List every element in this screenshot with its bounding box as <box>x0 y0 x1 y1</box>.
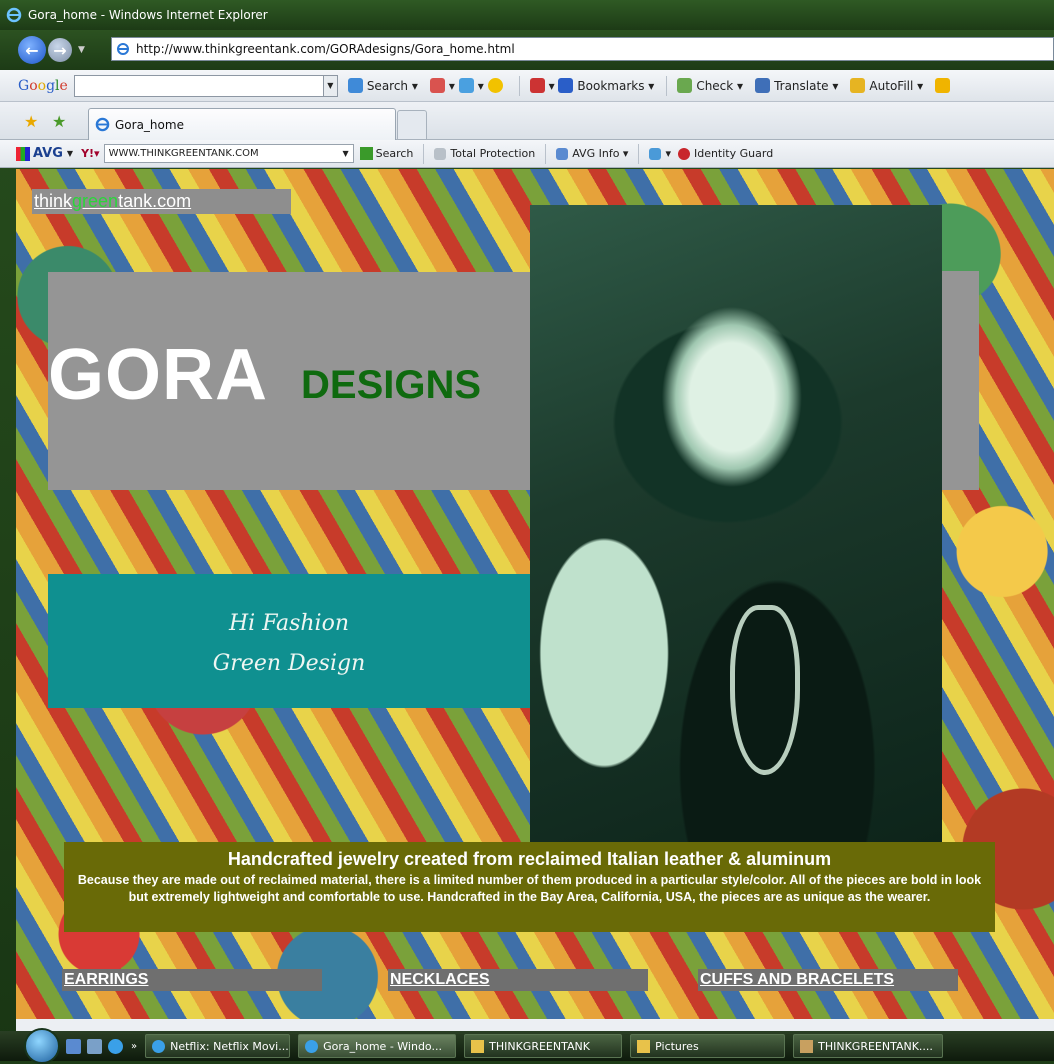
necklace-shape <box>730 605 800 775</box>
status-bar <box>16 1019 1054 1031</box>
translate-icon <box>755 78 771 93</box>
avg-search-button[interactable]: Search <box>376 147 414 160</box>
description-panel: Handcrafted jewelry created from reclaim… <box>64 842 995 932</box>
forward-button[interactable]: → <box>48 38 72 62</box>
avg-toolbar: AVG ▼ Y!▾ WWW.THINKGREENTANK.COM ▼ Search… <box>0 140 1054 168</box>
brand-subtitle: DESIGNS <box>301 363 482 407</box>
avg-logo[interactable]: AVG <box>16 146 63 161</box>
task-gora-home[interactable]: Gora_home - Windo... <box>298 1034 457 1058</box>
avg-info-button[interactable]: AVG Info ▾ <box>572 147 628 160</box>
search-icon <box>347 78 363 93</box>
description-body: Because they are made out of reclaimed m… <box>77 873 982 904</box>
back-button[interactable]: ← <box>18 36 46 64</box>
toolbar-extras[interactable]: ▾ ▾ <box>429 78 507 93</box>
tab-gora-home[interactable]: Gora_home <box>88 108 396 140</box>
google-toolbar: Google ▼ Search ▾ ▾ ▾ ▾ Bookmarks ▾ Chec… <box>0 70 1054 102</box>
yahoo-search-dropdown-icon[interactable]: Y!▾ <box>81 147 100 160</box>
folder-icon <box>637 1039 651 1053</box>
avg-search-go-icon[interactable] <box>359 147 373 160</box>
ie-icon <box>6 7 22 23</box>
new-tab-button[interactable] <box>397 110 427 139</box>
navigation-bar: ← → ▼ http://www.thinkgreentank.com/GORA… <box>0 30 1054 70</box>
task-pictures-folder[interactable]: Pictures <box>630 1034 786 1058</box>
quicklaunch-overflow-icon[interactable]: » <box>131 1041 137 1052</box>
tab-label: Gora_home <box>115 117 184 132</box>
nav-earrings[interactable]: EARRINGS <box>62 969 322 991</box>
switch-windows-icon[interactable] <box>87 1038 102 1054</box>
avg-search-input[interactable]: WWW.THINKGREENTANK.COM ▼ <box>103 144 354 163</box>
window-title-bar: Gora_home - Windows Internet Explorer <box>0 0 1054 30</box>
check-button[interactable]: Check ▾ <box>677 78 743 93</box>
identity-guard-link[interactable]: Identity Guard <box>694 147 773 160</box>
page-icon <box>117 43 129 55</box>
translate-button[interactable]: Translate ▾ <box>755 78 838 93</box>
autofill-button[interactable]: AutoFill ▾ <box>850 78 923 93</box>
google-search-dropdown-icon[interactable]: ▼ <box>323 74 338 97</box>
site-logo-link[interactable]: thinkgreentank.com <box>32 189 291 214</box>
google-search-button[interactable]: Search ▾ <box>347 78 418 93</box>
recent-pages-dropdown-icon[interactable]: ▼ <box>78 45 85 55</box>
identity-guard-icon <box>677 147 690 160</box>
address-url: http://www.thinkgreentank.com/GORAdesign… <box>136 42 515 56</box>
toolbar-separator <box>666 75 668 96</box>
task-thinkgreentank-folder[interactable]: THINKGREENTANK <box>464 1034 623 1058</box>
tagline-line-2: Green Design <box>212 651 366 676</box>
app-icon <box>800 1039 814 1053</box>
star-icon <box>558 78 574 93</box>
avg-icon <box>16 146 30 161</box>
nav-cuffs-bracelets-link[interactable]: CUFFS AND BRACELETS <box>700 971 894 988</box>
add-favorites-icon[interactable]: ★ <box>52 112 66 131</box>
toolbar-separator <box>545 143 547 164</box>
ie-icon <box>95 117 110 132</box>
info-icon <box>556 147 569 160</box>
nav-earrings-link[interactable]: EARRINGS <box>64 971 148 988</box>
total-protection-link[interactable]: Total Protection <box>450 147 535 160</box>
toolbar-separator <box>638 143 640 164</box>
spellcheck-icon <box>677 78 693 93</box>
folder-icon <box>471 1039 485 1053</box>
task-thinkgreentank-app[interactable]: THINKGREENTANK.... <box>793 1034 944 1058</box>
tagline-panel: Hi Fashion Green Design <box>48 574 530 708</box>
highlighter-icon[interactable] <box>935 78 951 93</box>
autofill-icon <box>850 78 866 93</box>
description-heading: Handcrafted jewelry created from reclaim… <box>227 849 832 869</box>
plus-icon <box>458 78 474 93</box>
popup-icon <box>429 78 445 93</box>
nav-necklaces-link[interactable]: NECKLACES <box>390 971 490 988</box>
tab-bar: ★ ★ Gora_home <box>0 102 1054 140</box>
site-logo-text[interactable]: thinkgreentank.com <box>34 191 191 211</box>
nav-cuffs-bracelets[interactable]: CUFFS AND BRACELETS <box>698 969 958 991</box>
window-title: Gora_home - Windows Internet Explorer <box>28 8 268 22</box>
globe-icon[interactable] <box>649 147 662 160</box>
block-icon <box>529 78 545 93</box>
ie-icon <box>152 1039 166 1053</box>
show-desktop-icon[interactable] <box>66 1038 81 1054</box>
toolbar-separator <box>423 143 425 164</box>
ie-quicklaunch-icon[interactable] <box>108 1038 123 1054</box>
task-netflix[interactable]: Netflix: Netflix Movi... <box>145 1034 291 1058</box>
nav-necklaces[interactable]: NECKLACES <box>388 969 648 991</box>
browser-window: Gora_home - Windows Internet Explorer ← … <box>0 0 1054 1064</box>
address-bar[interactable]: http://www.thinkgreentank.com/GORAdesign… <box>111 37 1054 61</box>
brand-title: GORA <box>48 335 268 415</box>
taskbar: » Netflix: Netflix Movi... Gora_home - W… <box>0 1028 1054 1064</box>
shield-icon <box>434 147 447 160</box>
model-photo <box>530 205 942 845</box>
news-icon <box>487 78 503 93</box>
bookmarks-button[interactable]: ▾ Bookmarks ▾ <box>529 78 654 93</box>
tagline-line-1: Hi Fashion <box>228 611 349 636</box>
web-page: thinkgreentank.com GORA DESIGNS Hi Fashi… <box>16 169 1054 1019</box>
favorites-star-icon[interactable]: ★ <box>24 112 38 131</box>
ie-icon <box>305 1039 319 1053</box>
google-logo: Google <box>18 77 68 94</box>
toolbar-separator <box>518 75 520 96</box>
start-button[interactable] <box>24 1028 60 1064</box>
google-search-input[interactable] <box>73 74 324 97</box>
